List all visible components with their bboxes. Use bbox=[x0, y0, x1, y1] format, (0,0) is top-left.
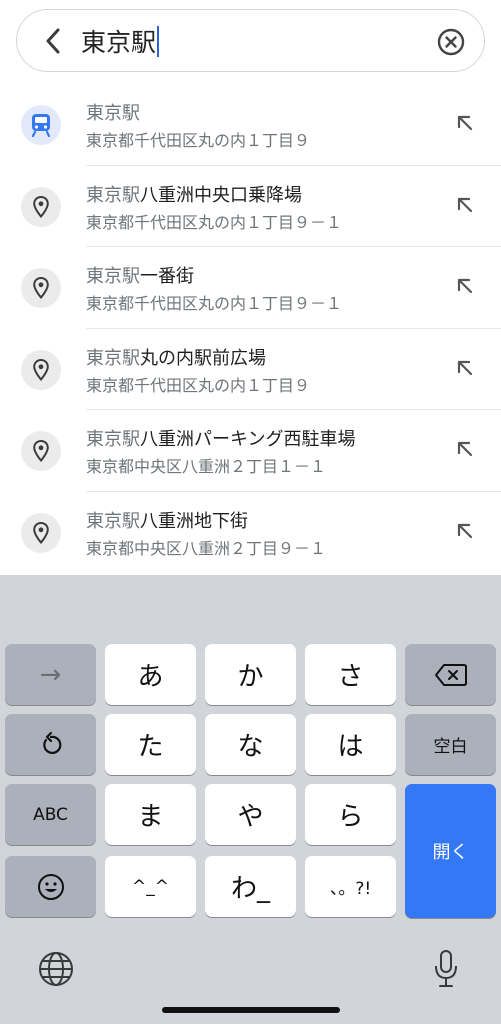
location-pin-icon bbox=[21, 268, 61, 308]
suggestion-address: 東京都中央区八重洲２丁目９－１ bbox=[86, 538, 327, 558]
key-ta[interactable]: た bbox=[105, 714, 196, 775]
arrow-up-left-icon bbox=[457, 441, 473, 457]
undo-key[interactable] bbox=[5, 714, 96, 775]
suggestion-title: 東京駅一番街 bbox=[86, 266, 194, 287]
suggestion-title: 東京駅八重洲中央口乗降場 bbox=[86, 184, 302, 206]
key-na[interactable]: な bbox=[205, 714, 296, 775]
keyboard: → あ か さ た な は 空白 ABC ま や ら 開く ^_^ わ_ 、。?… bbox=[0, 575, 501, 1024]
backspace-key[interactable] bbox=[405, 644, 496, 705]
location-pin-icon bbox=[21, 349, 61, 390]
space-key[interactable]: 空白 bbox=[405, 714, 496, 775]
key-ra[interactable]: ら bbox=[305, 784, 396, 845]
suggestion-address: 東京都中央区八重洲２丁目１－１ bbox=[86, 457, 327, 476]
fill-query-button[interactable] bbox=[453, 437, 477, 461]
home-indicator bbox=[162, 1007, 340, 1013]
suggestion-title: 東京駅 bbox=[86, 103, 140, 124]
globe-button[interactable] bbox=[36, 949, 76, 989]
text-caret bbox=[157, 25, 160, 57]
open-key[interactable]: 開く bbox=[405, 784, 496, 918]
arrow-up-left-icon bbox=[457, 523, 473, 538]
suggestion-list: 東京駅 東京都千代田区丸の内１丁目９ 東京駅八重洲中央口乗降場 東京都千代田区丸… bbox=[0, 84, 501, 573]
key-sa[interactable]: さ bbox=[305, 644, 396, 705]
arrow-key[interactable]: → bbox=[5, 644, 96, 705]
suggestion-address: 東京都千代田区丸の内１丁目９ bbox=[86, 131, 311, 150]
key-wa[interactable]: わ_ bbox=[205, 856, 296, 917]
search-query: 東京駅 bbox=[81, 28, 157, 57]
suggestion-address: 東京都千代田区丸の内１丁目９ bbox=[86, 375, 311, 395]
undo-icon bbox=[42, 731, 61, 754]
suggestion-item[interactable]: 東京駅八重洲地下街 東京都中央区八重洲２丁目９－１ bbox=[0, 492, 501, 574]
fill-query-button[interactable] bbox=[453, 193, 477, 217]
back-button[interactable] bbox=[39, 26, 69, 56]
clear-icon bbox=[437, 28, 464, 55]
globe-icon bbox=[39, 952, 73, 986]
key-ha[interactable]: は bbox=[305, 714, 396, 775]
emoji-key[interactable] bbox=[5, 856, 96, 917]
arrow-up-left-icon bbox=[457, 360, 473, 375]
emoji-icon bbox=[37, 873, 64, 900]
location-pin-icon bbox=[21, 431, 61, 471]
back-arrow-icon bbox=[46, 28, 60, 54]
fill-query-button[interactable] bbox=[453, 111, 477, 135]
fill-query-button[interactable] bbox=[453, 519, 477, 543]
suggestion-item[interactable]: 東京駅八重洲パーキング西駐車場 東京都中央区八重洲２丁目１－１ bbox=[0, 410, 501, 492]
key-ma[interactable]: ま bbox=[105, 784, 196, 845]
search-input[interactable]: 東京駅 bbox=[81, 22, 411, 60]
suggestion-address: 東京都千代田区丸の内１丁目９－１ bbox=[86, 212, 343, 232]
key-punctuation[interactable]: 、。?! bbox=[305, 856, 396, 917]
fill-query-button[interactable] bbox=[453, 274, 477, 298]
backspace-icon bbox=[434, 663, 467, 686]
location-pin-icon bbox=[21, 186, 61, 227]
microphone-button[interactable] bbox=[426, 947, 466, 991]
suggestion-item[interactable]: 東京駅丸の内駅前広場 東京都千代田区丸の内１丁目９ bbox=[0, 329, 501, 410]
suggestion-item[interactable]: 東京駅一番街 東京都千代田区丸の内１丁目９－１ bbox=[0, 247, 501, 329]
arrow-up-left-icon bbox=[457, 115, 473, 131]
abc-key[interactable]: ABC bbox=[5, 784, 96, 845]
suggestion-title: 東京駅八重洲地下街 bbox=[86, 510, 248, 532]
key-a[interactable]: あ bbox=[105, 644, 196, 705]
key-ya[interactable]: や bbox=[205, 784, 296, 845]
suggestion-item[interactable]: 東京駅八重洲中央口乗降場 東京都千代田区丸の内１丁目９－１ bbox=[0, 166, 501, 247]
search-bar: 東京駅 bbox=[16, 9, 485, 72]
train-icon bbox=[21, 105, 61, 145]
clear-button[interactable] bbox=[435, 26, 466, 57]
location-pin-icon bbox=[21, 512, 61, 553]
arrow-up-left-icon bbox=[457, 197, 473, 212]
fill-query-button[interactable] bbox=[453, 356, 477, 380]
arrow-up-left-icon bbox=[457, 278, 473, 294]
suggestion-title: 東京駅八重洲パーキング西駐車場 bbox=[86, 429, 356, 450]
suggestion-address: 東京都千代田区丸の内１丁目９－１ bbox=[86, 294, 343, 313]
suggestion-item[interactable]: 東京駅 東京都千代田区丸の内１丁目９ bbox=[0, 84, 501, 166]
key-ka[interactable]: か bbox=[205, 644, 296, 705]
key-kaomoji[interactable]: ^_^ bbox=[105, 856, 196, 917]
suggestion-title: 東京駅丸の内駅前広場 bbox=[86, 347, 266, 369]
microphone-icon bbox=[435, 950, 457, 987]
